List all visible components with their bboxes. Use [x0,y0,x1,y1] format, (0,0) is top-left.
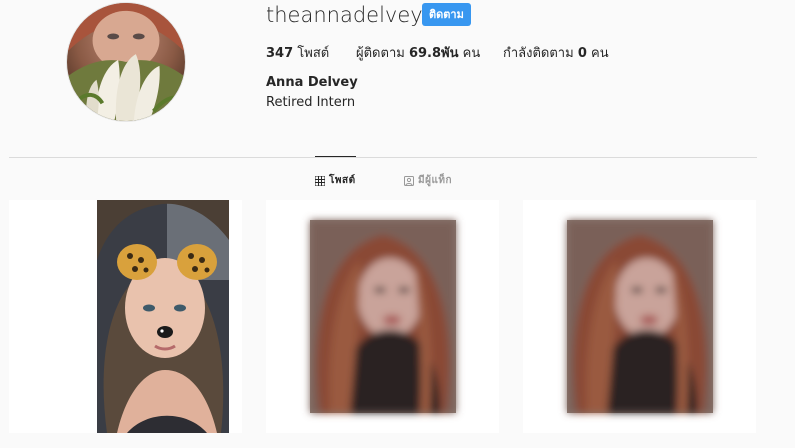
full-name: Anna Delvey [266,75,358,90]
tabs-divider [9,157,757,158]
followers-count: 69.8พัน [408,46,459,61]
tagged-icon [404,175,414,186]
active-tab-indicator [315,156,356,157]
posts-label: โพสต์ [297,46,330,61]
post-image-dog-filter-selfie [9,200,242,433]
followers-suffix: คน [462,46,481,61]
post-tile-1[interactable] [9,200,242,433]
profile-page: theannadelvey ติดตาม 347 โพสต์ ผู้ติดตาม… [0,0,795,448]
tab-posts-label: โพสต์ [329,175,356,186]
followers-stat[interactable]: ผู้ติดตาม 69.8พัน คน [356,42,480,63]
posts-stat: 347 โพสต์ [266,42,329,63]
bio-text: Retired Intern [266,95,356,110]
post-tile-2[interactable] [266,200,499,433]
avatar-image [67,3,185,121]
profile-avatar[interactable] [66,2,186,122]
tab-posts[interactable]: โพสต์ [315,173,356,188]
post-image-blurred-portrait-2 [523,200,756,433]
followers-prefix: ผู้ติดตาม [356,46,405,61]
posts-count: 347 [266,46,294,61]
following-suffix: คน [591,46,609,61]
tab-tagged[interactable]: มีผู้แท็ก [404,173,452,188]
post-image-blurred-portrait [266,200,499,433]
following-prefix: กำลังติดตาม [503,46,574,61]
following-count: 0 [577,46,587,61]
following-stat[interactable]: กำลังติดตาม 0 คน [503,42,609,63]
follow-button[interactable]: ติดตาม [422,3,471,26]
username: theannadelvey [266,3,423,27]
post-tile-3[interactable] [523,200,756,433]
grid-icon [315,175,325,186]
tab-tagged-label: มีผู้แท็ก [418,175,453,186]
